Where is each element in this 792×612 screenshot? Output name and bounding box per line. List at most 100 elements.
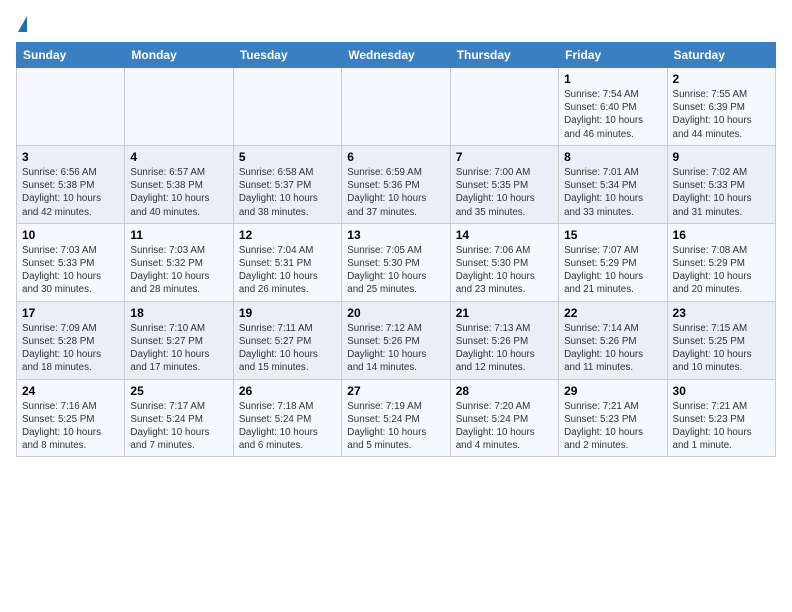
day-info: Sunrise: 7:21 AM Sunset: 5:23 PM Dayligh… (673, 400, 770, 453)
day-info: Sunrise: 7:13 AM Sunset: 5:26 PM Dayligh… (456, 322, 553, 375)
day-info: Sunrise: 7:12 AM Sunset: 5:26 PM Dayligh… (347, 322, 444, 375)
calendar-cell (233, 68, 341, 146)
day-info: Sunrise: 7:15 AM Sunset: 5:25 PM Dayligh… (673, 322, 770, 375)
calendar-cell: 19 Sunrise: 7:11 AM Sunset: 5:27 PM Dayli… (233, 301, 341, 379)
calendar-week-row: 10 Sunrise: 7:03 AM Sunset: 5:33 PM Dayli… (17, 223, 776, 301)
weekday-header-saturday: Saturday (667, 43, 775, 68)
day-info: Sunrise: 7:08 AM Sunset: 5:29 PM Dayligh… (673, 244, 770, 297)
day-info: Sunrise: 7:55 AM Sunset: 6:39 PM Dayligh… (673, 88, 770, 141)
day-number: 2 (673, 72, 770, 86)
calendar-cell (342, 68, 450, 146)
day-info: Sunrise: 7:10 AM Sunset: 5:27 PM Dayligh… (130, 322, 227, 375)
day-info: Sunrise: 7:05 AM Sunset: 5:30 PM Dayligh… (347, 244, 444, 297)
logo-triangle-icon (18, 16, 27, 32)
day-info: Sunrise: 7:19 AM Sunset: 5:24 PM Dayligh… (347, 400, 444, 453)
day-number: 1 (564, 72, 661, 86)
calendar-week-row: 17 Sunrise: 7:09 AM Sunset: 5:28 PM Dayli… (17, 301, 776, 379)
day-info: Sunrise: 7:07 AM Sunset: 5:29 PM Dayligh… (564, 244, 661, 297)
day-info: Sunrise: 6:56 AM Sunset: 5:38 PM Dayligh… (22, 166, 119, 219)
calendar-cell: 30 Sunrise: 7:21 AM Sunset: 5:23 PM Dayli… (667, 379, 775, 457)
day-info: Sunrise: 7:16 AM Sunset: 5:25 PM Dayligh… (22, 400, 119, 453)
day-number: 30 (673, 384, 770, 398)
day-number: 3 (22, 150, 119, 164)
day-number: 28 (456, 384, 553, 398)
calendar-cell: 23 Sunrise: 7:15 AM Sunset: 5:25 PM Dayli… (667, 301, 775, 379)
calendar-cell: 4 Sunrise: 6:57 AM Sunset: 5:38 PM Daylig… (125, 145, 233, 223)
calendar-cell: 10 Sunrise: 7:03 AM Sunset: 5:33 PM Dayli… (17, 223, 125, 301)
day-info: Sunrise: 7:00 AM Sunset: 5:35 PM Dayligh… (456, 166, 553, 219)
day-info: Sunrise: 7:03 AM Sunset: 5:33 PM Dayligh… (22, 244, 119, 297)
day-info: Sunrise: 7:09 AM Sunset: 5:28 PM Dayligh… (22, 322, 119, 375)
day-number: 6 (347, 150, 444, 164)
day-number: 23 (673, 306, 770, 320)
day-number: 27 (347, 384, 444, 398)
day-number: 8 (564, 150, 661, 164)
day-number: 12 (239, 228, 336, 242)
day-info: Sunrise: 7:21 AM Sunset: 5:23 PM Dayligh… (564, 400, 661, 453)
calendar-header-row: SundayMondayTuesdayWednesdayThursdayFrid… (17, 43, 776, 68)
day-info: Sunrise: 7:17 AM Sunset: 5:24 PM Dayligh… (130, 400, 227, 453)
day-info: Sunrise: 7:02 AM Sunset: 5:33 PM Dayligh… (673, 166, 770, 219)
calendar-cell: 5 Sunrise: 6:58 AM Sunset: 5:37 PM Daylig… (233, 145, 341, 223)
day-number: 14 (456, 228, 553, 242)
calendar-cell: 26 Sunrise: 7:18 AM Sunset: 5:24 PM Dayli… (233, 379, 341, 457)
calendar-cell: 24 Sunrise: 7:16 AM Sunset: 5:25 PM Dayli… (17, 379, 125, 457)
day-info: Sunrise: 6:58 AM Sunset: 5:37 PM Dayligh… (239, 166, 336, 219)
calendar-cell: 25 Sunrise: 7:17 AM Sunset: 5:24 PM Dayli… (125, 379, 233, 457)
day-number: 26 (239, 384, 336, 398)
calendar-cell: 9 Sunrise: 7:02 AM Sunset: 5:33 PM Daylig… (667, 145, 775, 223)
calendar-cell: 8Sunrise: 7:01 AM Sunset: 5:34 PM Daylig… (559, 145, 667, 223)
calendar-cell: 28 Sunrise: 7:20 AM Sunset: 5:24 PM Dayli… (450, 379, 558, 457)
day-number: 4 (130, 150, 227, 164)
day-info: Sunrise: 7:04 AM Sunset: 5:31 PM Dayligh… (239, 244, 336, 297)
calendar-cell: 2 Sunrise: 7:55 AM Sunset: 6:39 PM Daylig… (667, 68, 775, 146)
day-number: 5 (239, 150, 336, 164)
weekday-header-friday: Friday (559, 43, 667, 68)
day-number: 13 (347, 228, 444, 242)
calendar-table: SundayMondayTuesdayWednesdayThursdayFrid… (16, 42, 776, 457)
calendar-cell: 27 Sunrise: 7:19 AM Sunset: 5:24 PM Dayli… (342, 379, 450, 457)
day-info: Sunrise: 6:57 AM Sunset: 5:38 PM Dayligh… (130, 166, 227, 219)
day-number: 11 (130, 228, 227, 242)
day-number: 24 (22, 384, 119, 398)
day-number: 17 (22, 306, 119, 320)
day-number: 25 (130, 384, 227, 398)
calendar-cell: 20 Sunrise: 7:12 AM Sunset: 5:26 PM Dayli… (342, 301, 450, 379)
calendar-cell: 3 Sunrise: 6:56 AM Sunset: 5:38 PM Daylig… (17, 145, 125, 223)
calendar-cell (450, 68, 558, 146)
calendar-cell: 21 Sunrise: 7:13 AM Sunset: 5:26 PM Dayli… (450, 301, 558, 379)
day-number: 22 (564, 306, 661, 320)
calendar-cell: 15 Sunrise: 7:07 AM Sunset: 5:29 PM Dayli… (559, 223, 667, 301)
day-number: 20 (347, 306, 444, 320)
day-info: Sunrise: 7:18 AM Sunset: 5:24 PM Dayligh… (239, 400, 336, 453)
calendar-cell: 11Sunrise: 7:03 AM Sunset: 5:32 PM Dayli… (125, 223, 233, 301)
day-number: 9 (673, 150, 770, 164)
calendar-cell: 13 Sunrise: 7:05 AM Sunset: 5:30 PM Dayli… (342, 223, 450, 301)
calendar-week-row: 24 Sunrise: 7:16 AM Sunset: 5:25 PM Dayli… (17, 379, 776, 457)
day-number: 15 (564, 228, 661, 242)
day-number: 19 (239, 306, 336, 320)
weekday-header-sunday: Sunday (17, 43, 125, 68)
calendar-cell (125, 68, 233, 146)
calendar-cell: 16Sunrise: 7:08 AM Sunset: 5:29 PM Dayli… (667, 223, 775, 301)
calendar-cell: 22 Sunrise: 7:14 AM Sunset: 5:26 PM Dayli… (559, 301, 667, 379)
calendar-cell: 7 Sunrise: 7:00 AM Sunset: 5:35 PM Daylig… (450, 145, 558, 223)
day-number: 10 (22, 228, 119, 242)
day-number: 29 (564, 384, 661, 398)
day-number: 21 (456, 306, 553, 320)
weekday-header-tuesday: Tuesday (233, 43, 341, 68)
day-info: Sunrise: 6:59 AM Sunset: 5:36 PM Dayligh… (347, 166, 444, 219)
calendar-cell (17, 68, 125, 146)
weekday-header-monday: Monday (125, 43, 233, 68)
day-info: Sunrise: 7:54 AM Sunset: 6:40 PM Dayligh… (564, 88, 661, 141)
day-number: 7 (456, 150, 553, 164)
day-info: Sunrise: 7:06 AM Sunset: 5:30 PM Dayligh… (456, 244, 553, 297)
day-info: Sunrise: 7:20 AM Sunset: 5:24 PM Dayligh… (456, 400, 553, 453)
calendar-cell: 12 Sunrise: 7:04 AM Sunset: 5:31 PM Dayli… (233, 223, 341, 301)
calendar-cell: 14 Sunrise: 7:06 AM Sunset: 5:30 PM Dayli… (450, 223, 558, 301)
calendar-cell: 29 Sunrise: 7:21 AM Sunset: 5:23 PM Dayli… (559, 379, 667, 457)
day-info: Sunrise: 7:14 AM Sunset: 5:26 PM Dayligh… (564, 322, 661, 375)
calendar-week-row: 1 Sunrise: 7:54 AM Sunset: 6:40 PM Daylig… (17, 68, 776, 146)
calendar-cell: 18Sunrise: 7:10 AM Sunset: 5:27 PM Dayli… (125, 301, 233, 379)
day-info: Sunrise: 7:11 AM Sunset: 5:27 PM Dayligh… (239, 322, 336, 375)
